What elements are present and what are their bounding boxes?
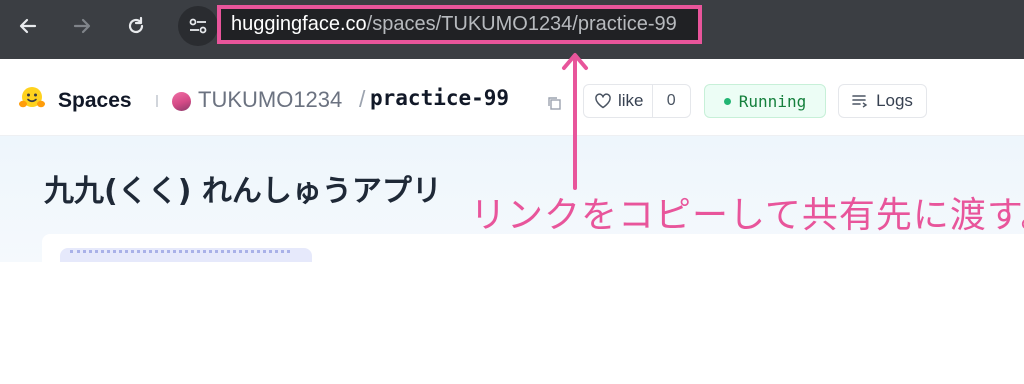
status-dot-icon: [723, 97, 731, 105]
divider: [156, 95, 158, 107]
annotation-arrow-icon: [562, 53, 588, 190]
status-label: Running: [738, 91, 807, 111]
reload-icon[interactable]: [122, 12, 150, 40]
address-bar[interactable]: huggingface.co/spaces/TUKUMO1234/practic…: [217, 5, 702, 44]
space-header: Spaces TUKUMO1234 / practice-99 like 0 R…: [0, 59, 1024, 136]
browser-toolbar: huggingface.co/spaces/TUKUMO1234/practic…: [0, 0, 1024, 59]
annotation-caption: リンクをコピーして共有先に渡す。: [470, 195, 1024, 236]
path-separator: /: [359, 86, 366, 112]
repo-name-link[interactable]: practice-99: [370, 86, 509, 110]
url-path: /spaces/TUKUMO1234/practice-99: [366, 13, 677, 35]
tab-chip[interactable]: [60, 248, 312, 262]
logs-label: Logs: [876, 91, 913, 110]
url-host: huggingface.co: [231, 13, 367, 35]
app-card: [42, 234, 1024, 262]
like-label-area[interactable]: like: [584, 85, 653, 117]
site-info-icon[interactable]: [178, 6, 218, 46]
forward-arrow-icon[interactable]: [68, 12, 96, 40]
chip-text-cropped: [70, 250, 290, 259]
like-button[interactable]: like 0: [583, 84, 691, 118]
like-count[interactable]: 0: [653, 85, 690, 117]
status-badge[interactable]: Running: [704, 84, 826, 118]
owner-link[interactable]: TUKUMO1234: [198, 87, 342, 113]
like-label: like: [618, 91, 644, 110]
spaces-nav-link[interactable]: Spaces: [58, 89, 132, 113]
hugging-face-logo-icon[interactable]: [18, 85, 46, 111]
back-arrow-icon[interactable]: [14, 12, 42, 40]
logs-button[interactable]: Logs: [838, 84, 927, 118]
owner-avatar[interactable]: [172, 92, 191, 111]
logs-icon: [852, 95, 868, 108]
heart-icon: [595, 93, 611, 109]
app-title: 九九(くく) れんしゅうアプリ: [44, 174, 442, 209]
